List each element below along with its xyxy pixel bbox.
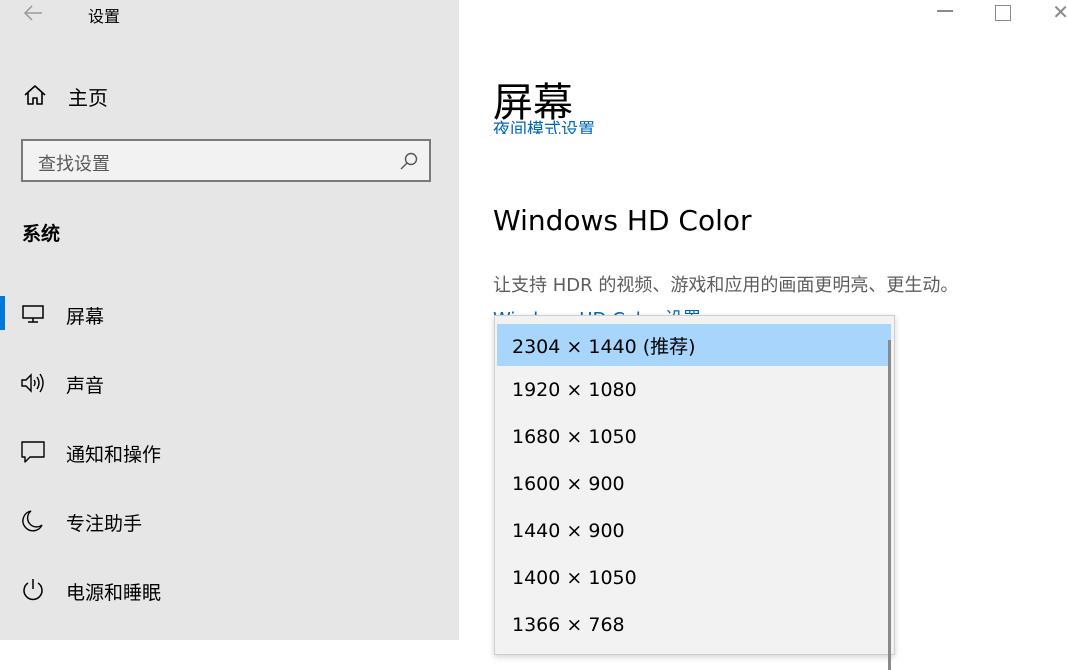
option-label: 1400 × 1050 bbox=[512, 567, 637, 589]
resolution-option[interactable]: 1366 × 768 bbox=[497, 606, 891, 648]
sidebar-item-home[interactable]: 主页 bbox=[0, 76, 459, 114]
moon-icon bbox=[20, 508, 46, 534]
resolution-option[interactable]: 1400 × 1050 bbox=[497, 559, 891, 601]
sidebar-item-label: 通知和操作 bbox=[66, 444, 162, 466]
option-label: 1600 × 900 bbox=[512, 473, 625, 495]
search-icon[interactable] bbox=[399, 151, 419, 171]
power-icon bbox=[20, 577, 46, 603]
search-box[interactable]: 查找设置 bbox=[21, 139, 431, 182]
sidebar-item-label: 专注助手 bbox=[66, 513, 143, 535]
close-icon[interactable]: ✕ bbox=[1052, 0, 1067, 24]
sidebar-item-notifications[interactable]: 通知和操作 bbox=[0, 430, 459, 474]
option-label: 1366 × 768 bbox=[512, 614, 625, 636]
speaker-icon bbox=[20, 370, 46, 396]
sidebar-item-label: 屏幕 bbox=[66, 306, 105, 328]
night-light-settings-link[interactable]: 夜间模式设置 bbox=[493, 116, 595, 134]
sidebar-item-focus-assist[interactable]: 专注助手 bbox=[0, 499, 459, 543]
group-title: 系统 bbox=[22, 223, 61, 245]
back-arrow-icon[interactable] bbox=[22, 2, 44, 24]
app-title: 设置 bbox=[88, 7, 121, 26]
resolution-option[interactable]: 2304 × 1440 (推荐) bbox=[497, 324, 891, 366]
sidebar-item-sound[interactable]: 声音 bbox=[0, 361, 459, 405]
option-label: 1920 × 1080 bbox=[512, 379, 637, 401]
sidebar-item-label: 声音 bbox=[66, 375, 105, 397]
maximize-button[interactable] bbox=[995, 5, 1011, 21]
hd-color-description: 让支持 HDR 的视频、游戏和应用的画面更明亮、更生动。 bbox=[493, 275, 959, 296]
sidebar-item-display[interactable]: 屏幕 bbox=[0, 292, 459, 336]
option-label: 2304 × 1440 (推荐) bbox=[512, 336, 696, 358]
notification-icon bbox=[20, 439, 46, 465]
sidebar: 设置 主页 查找设置 系统 屏幕 声音 通知和操作 专注助手 电源和睡眠 bbox=[0, 0, 459, 640]
option-label: 1440 × 900 bbox=[512, 520, 625, 542]
sidebar-item-label: 主页 bbox=[68, 86, 108, 110]
resolution-option[interactable]: 1920 × 1080 bbox=[497, 371, 891, 413]
search-placeholder: 查找设置 bbox=[38, 154, 110, 175]
monitor-icon bbox=[20, 301, 46, 327]
home-icon bbox=[22, 82, 48, 108]
resolution-option[interactable]: 1680 × 1050 bbox=[497, 418, 891, 460]
dropdown-scrollbar[interactable] bbox=[888, 340, 891, 670]
resolution-option[interactable]: 1440 × 900 bbox=[497, 512, 891, 554]
hd-color-title: Windows HD Color bbox=[493, 204, 752, 237]
sidebar-item-power-sleep[interactable]: 电源和睡眠 bbox=[0, 568, 459, 612]
sidebar-item-label: 电源和睡眠 bbox=[66, 582, 162, 604]
minimize-button[interactable] bbox=[937, 10, 953, 12]
option-label: 1680 × 1050 bbox=[512, 426, 637, 448]
selection-indicator bbox=[0, 296, 5, 330]
resolution-dropdown-list[interactable]: 2304 × 1440 (推荐) 1920 × 1080 1680 × 1050… bbox=[494, 315, 895, 670]
resolution-option[interactable]: 1600 × 900 bbox=[497, 465, 891, 507]
